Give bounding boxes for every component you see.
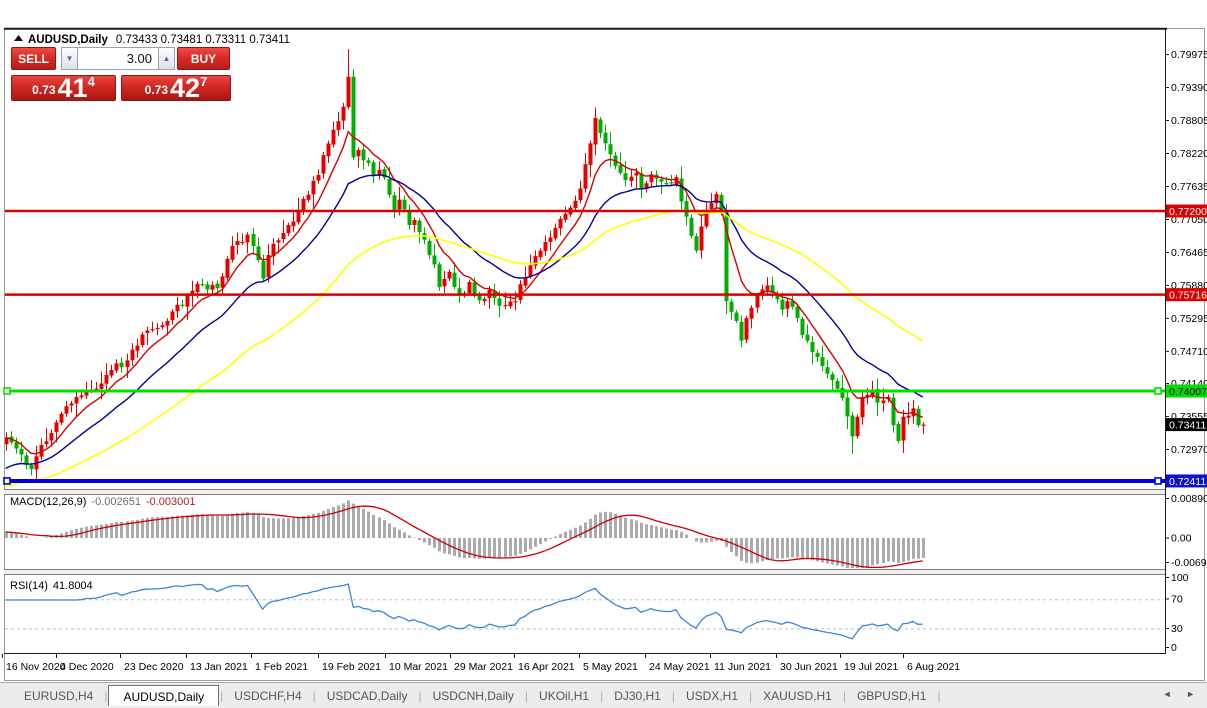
symbol-tab-bar: EURUSD,H4 | AUDUSD,Daily | USDCHF,H4 | USDCAD,…: [0, 682, 1207, 708]
volume-field[interactable]: 3.00: [78, 47, 158, 70]
date-tick-label: 6 Aug 2021: [907, 661, 960, 673]
rsi-axis-label: 70: [1171, 594, 1183, 606]
price-tick-label: 0.78805: [1171, 115, 1207, 127]
date-tick-label: 1 Feb 2021: [255, 661, 308, 673]
one-click-trade-panel: SELL ▼ 3.00 ▲ BUY 0.73 41 4 0.73 42 7: [11, 47, 231, 103]
tab-separator: |: [104, 688, 108, 703]
chart-tab-ukoil[interactable]: UKOil,H1: [529, 685, 599, 707]
hline-handle[interactable]: [3, 387, 11, 395]
price-tick-label: 0.75295: [1171, 313, 1207, 325]
date-tick-label: 29 Mar 2021: [454, 661, 513, 673]
date-tick-label: 24 May 2021: [649, 661, 710, 673]
price-tag-label: 0.74007: [1169, 386, 1207, 398]
volume-decrease-button[interactable]: ▼: [61, 47, 78, 70]
tab-separator: |: [418, 688, 422, 703]
price-tag-label: 0.77200: [1169, 206, 1207, 218]
trade-row-buttons: SELL ▼ 3.00 ▲ BUY: [11, 47, 231, 70]
price-tick-label: 0.79390: [1171, 82, 1207, 94]
volume-spinner: ▼ 3.00 ▲: [61, 47, 175, 70]
buy-price-pips: 7: [200, 74, 208, 89]
buy-price-big: 42: [170, 73, 201, 103]
hline-handle[interactable]: [1154, 387, 1162, 395]
chart-tab-dj30[interactable]: DJ30,H1: [604, 685, 671, 707]
price-tag-label: 0.72411: [1169, 476, 1206, 488]
tab-separator: |: [937, 688, 941, 703]
date-tick-label: 30 Jun 2021: [780, 661, 838, 673]
sell-button[interactable]: SELL: [11, 47, 56, 70]
macd-axis-label: 0.008903: [1171, 493, 1207, 505]
date-tick-label: 13 Jan 2021: [190, 661, 248, 673]
date-tick-label: 10 Mar 2021: [389, 661, 448, 673]
macd-axis-label: -0.00697: [1171, 557, 1207, 569]
price-tick-label: 0.78220: [1171, 148, 1207, 160]
date-tick-label: 16 Nov 2020: [6, 661, 66, 673]
date-tick-label: 5 May 2021: [583, 661, 638, 673]
tab-separator: |: [842, 688, 846, 703]
buy-button[interactable]: BUY: [177, 47, 230, 70]
sell-price-box[interactable]: 0.73 41 4: [11, 73, 116, 103]
tab-separator: |: [312, 688, 316, 703]
volume-increase-button[interactable]: ▲: [158, 47, 175, 70]
chart-tab-gbpusd[interactable]: GBPUSD,H1: [847, 685, 936, 707]
tab-separator: |: [600, 688, 604, 703]
sell-price-big: 41: [57, 73, 88, 103]
date-tick-label: 19 Feb 2021: [322, 661, 381, 673]
chart-tab-xauusd[interactable]: XAUUSD,H1: [753, 685, 842, 707]
trading-terminal: 5M30H1H4D1W1MN 0.799750.793900.788050.78…: [0, 0, 1207, 708]
tab-separator: |: [220, 688, 224, 703]
chart-tab-usdcnh[interactable]: USDCNH,Daily: [423, 685, 524, 707]
chart-header: AUDUSD,Daily 0.73433 0.73481 0.73311 0.73…: [14, 34, 290, 46]
hline-handle[interactable]: [3, 477, 11, 485]
chart-title: AUDUSD,Daily 0.73433 0.73481 0.73311 0.73…: [28, 34, 290, 46]
chart-tab-usdcad[interactable]: USDCAD,Daily: [317, 685, 418, 707]
tab-scroll-arrows[interactable]: ◄ ►: [1163, 689, 1201, 699]
chart-tab-eurusd[interactable]: EURUSD,H4: [14, 685, 103, 707]
date-tick-label: 4 Dec 2020: [60, 661, 114, 673]
chart-tab-usdx[interactable]: USDX,H1: [676, 685, 748, 707]
price-tick-label: 0.72970: [1171, 444, 1207, 456]
sell-price-prefix: 0.73: [32, 83, 56, 97]
chart-tab-usdchf[interactable]: USDCHF,H4: [224, 685, 311, 707]
price-tag-label: 0.73411: [1169, 419, 1206, 431]
price-tag-label: 0.75716: [1169, 289, 1207, 301]
sell-price-pips: 4: [87, 74, 95, 89]
price-tick-label: 0.74710: [1171, 346, 1207, 358]
price-tick-label: 0.77635: [1171, 181, 1207, 193]
tab-separator: |: [671, 688, 675, 703]
date-tick-label: 19 Jul 2021: [844, 661, 898, 673]
date-tick-label: 23 Dec 2020: [124, 661, 184, 673]
buy-price-prefix: 0.73: [144, 83, 169, 97]
macd-label: MACD(12,26,9) -0.002651 -0.003001: [10, 496, 196, 508]
rsi-axis-label: 100: [1171, 572, 1189, 584]
trade-row-prices: 0.73 41 4 0.73 42 7: [11, 73, 231, 103]
chart-tab-audusd[interactable]: AUDUSD,Daily: [108, 684, 220, 706]
tab-separator: |: [749, 688, 753, 703]
macd-axis-label: 0.00: [1171, 533, 1192, 545]
tab-separator: |: [524, 688, 529, 703]
rsi-axis-label: 30: [1171, 623, 1183, 635]
price-tick-label: 0.76465: [1171, 247, 1207, 259]
date-tick-label: 11 Jun 2021: [714, 661, 771, 673]
date-tick-label: 16 Apr 2021: [518, 661, 575, 673]
rsi-axis-label: 0: [1171, 642, 1177, 654]
hline-handle[interactable]: [1154, 477, 1162, 485]
buy-price-box[interactable]: 0.73 42 7: [121, 73, 231, 103]
price-tick-label: 0.79975: [1171, 49, 1207, 61]
